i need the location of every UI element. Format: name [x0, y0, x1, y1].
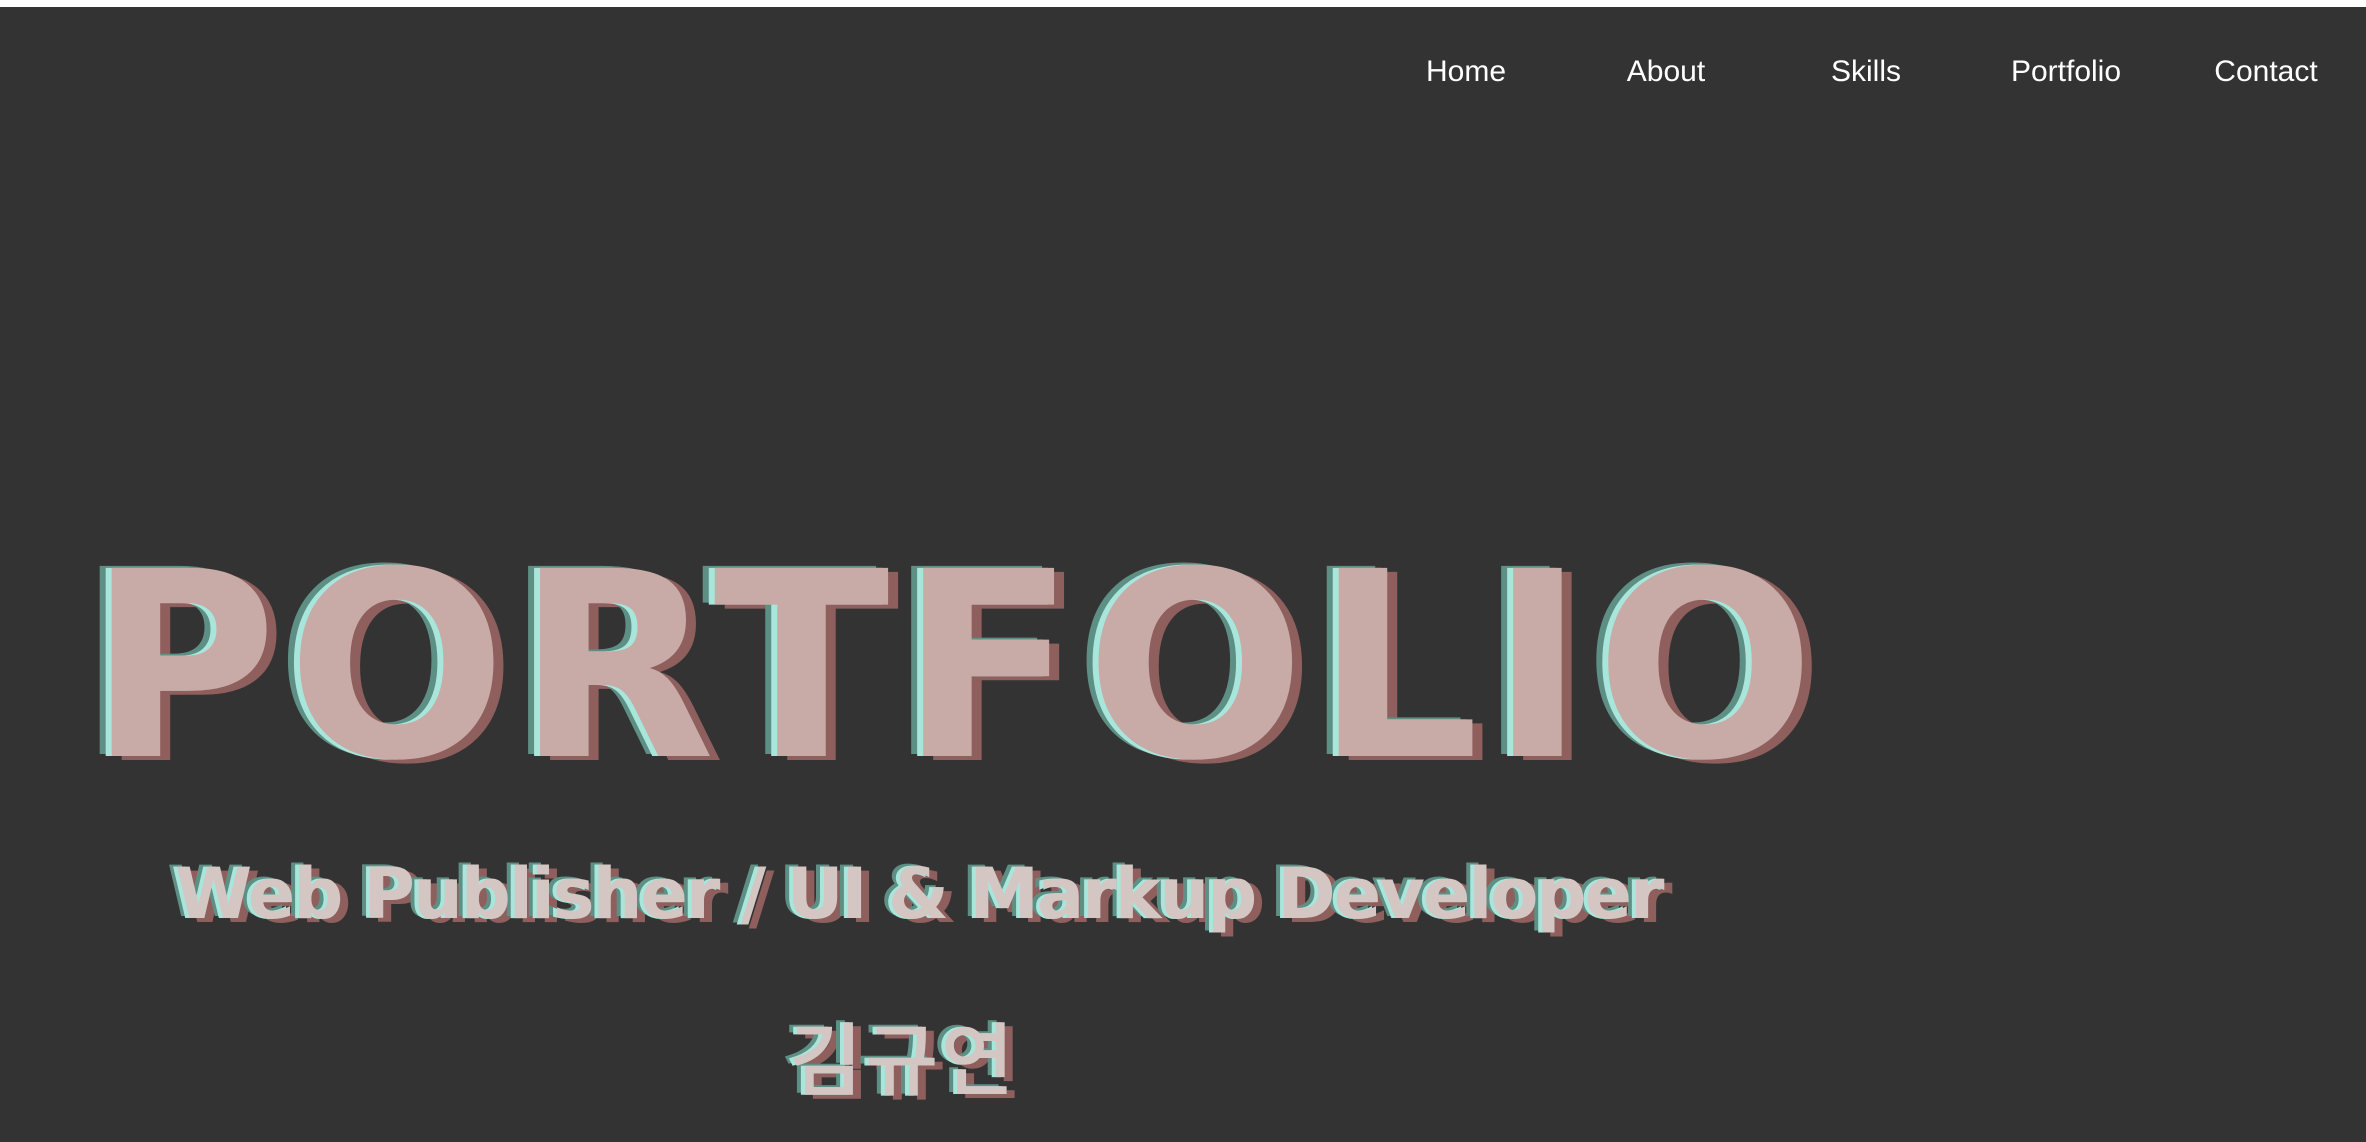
hero-subtitle: Web Publisher / UI & Markup Developer: [175, 853, 1665, 935]
nav-item-contact[interactable]: Contact: [2166, 47, 2366, 97]
main-nav: Home About Skills Portfolio Contact: [1366, 47, 2366, 97]
nav-item-about[interactable]: About: [1566, 47, 1766, 97]
hero-section: Home About Skills Portfolio Contact PORT…: [0, 7, 2366, 1142]
nav-item-home[interactable]: Home: [1366, 47, 1566, 97]
nav-item-portfolio[interactable]: Portfolio: [1966, 47, 2166, 97]
hero-title: PORTFOLIO: [88, 517, 1825, 817]
author-name: 김규연: [790, 1017, 1018, 1107]
nav-item-skills[interactable]: Skills: [1766, 47, 1966, 97]
